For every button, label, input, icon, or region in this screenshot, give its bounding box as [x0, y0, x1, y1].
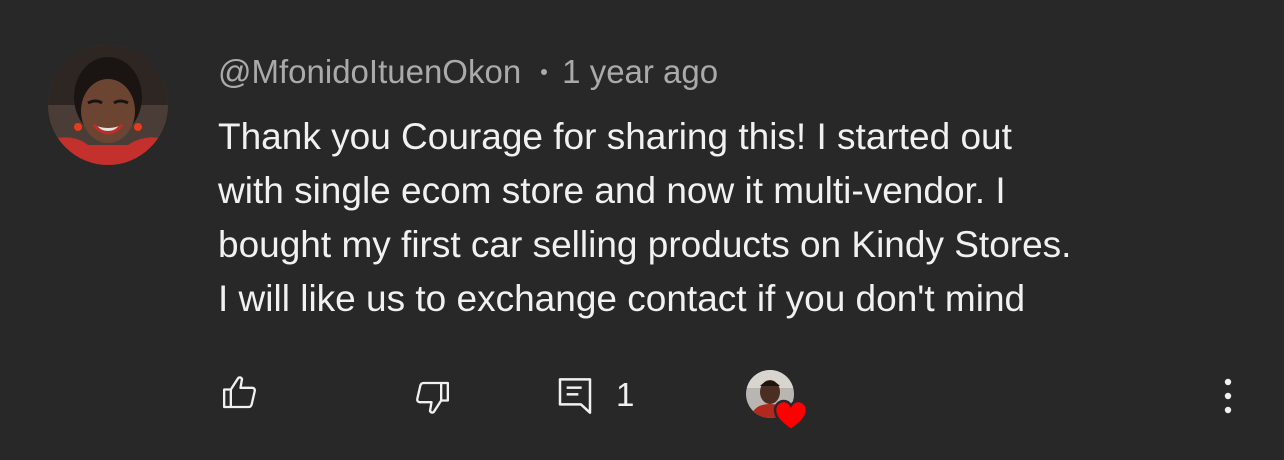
author-avatar-image: [48, 45, 168, 165]
heart-icon: [773, 399, 809, 433]
comment-line: bought my first car selling products on …: [218, 224, 1072, 265]
comment-actions: 1: [0, 360, 1284, 436]
thumbs-down-icon: [416, 381, 449, 414]
like-button[interactable]: [218, 370, 262, 414]
reply-count[interactable]: 1: [616, 376, 634, 414]
separator-dot: [541, 69, 548, 75]
author-avatar[interactable]: [48, 45, 168, 165]
more-actions-button[interactable]: [1206, 374, 1250, 418]
comment-text: Thank you Courage for sharing this! I st…: [218, 110, 1258, 326]
comment-meta: @MfonidoItuenOkon 1 year ago: [218, 52, 718, 92]
creator-heart-badge: [746, 370, 810, 434]
thumbs-up-icon: [223, 376, 256, 409]
comment-line: Thank you Courage for sharing this! I st…: [218, 116, 1012, 157]
dislike-button[interactable]: [410, 376, 454, 420]
reply-comment-icon: [558, 378, 592, 414]
comment-timestamp[interactable]: 1 year ago: [562, 53, 718, 91]
reply-button[interactable]: [553, 374, 597, 418]
comment-line: with single ecom store and now it multi-…: [218, 170, 1006, 211]
more-vertical-icon: [1224, 378, 1232, 414]
author-handle[interactable]: @MfonidoItuenOkon: [218, 53, 521, 91]
comment-line: I will like us to exchange contact if yo…: [218, 278, 1026, 319]
